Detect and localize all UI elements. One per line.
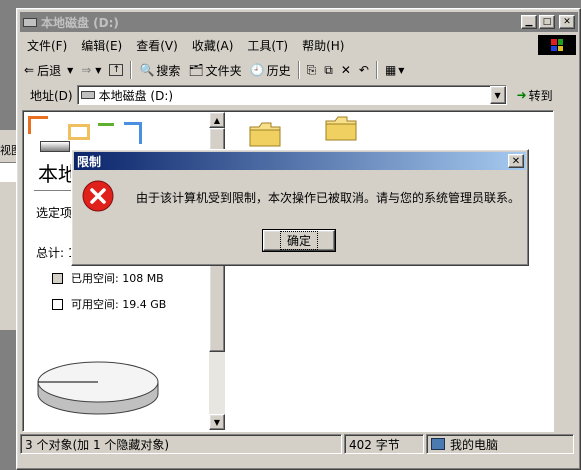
- up-folder-icon: ↑: [109, 64, 124, 76]
- status-location-label: 我的电脑: [450, 437, 499, 452]
- folder-icon: [325, 116, 357, 141]
- scroll-down-button[interactable]: ▼: [209, 414, 225, 430]
- go-button[interactable]: ➜ 转到: [513, 84, 557, 106]
- views-icon: ▦: [384, 63, 397, 77]
- move-to-icon: ⎘: [306, 62, 317, 77]
- search-label: 搜索: [156, 63, 181, 78]
- move-to-button[interactable]: ⎘: [303, 59, 321, 81]
- dialog-message: 由于该计算机受到限制，本次操作已被取消。请与您的系统管理员联系。: [136, 191, 521, 205]
- menu-favorites[interactable]: 收藏(A): [185, 37, 241, 54]
- dialog-titlebar: 限制 ✕: [74, 152, 526, 170]
- drive-icon: [80, 91, 95, 99]
- menu-help[interactable]: 帮助(H): [295, 37, 351, 54]
- forward-button[interactable]: ⇒ ▼: [77, 59, 105, 81]
- forward-arrow-icon: ⇒: [81, 63, 92, 77]
- folders-icon: 🗂: [188, 63, 204, 77]
- menu-tools[interactable]: 工具(T): [240, 37, 295, 54]
- selection-hint: 选定项: [36, 206, 73, 220]
- up-folder-button[interactable]: ↑: [105, 59, 127, 81]
- used-space-label: 已用空间: 108 MB: [71, 272, 164, 285]
- folder-item[interactable]: [249, 121, 281, 147]
- copy-to-button[interactable]: ⧉: [320, 59, 337, 81]
- history-button[interactable]: 🕘 历史: [246, 59, 295, 81]
- total-capacity: 总计: 1: [36, 246, 76, 260]
- window-title: 本地磁盘 (D:): [41, 15, 119, 30]
- address-dropdown-button[interactable]: ▼: [489, 86, 506, 104]
- address-label: 地址(D): [30, 88, 73, 103]
- free-space-swatch: [52, 298, 63, 310]
- status-bar: 3 个对象(加 1 个隐藏对象) 402 字节 我的电脑: [20, 434, 576, 456]
- standard-toolbar: ⇐ 后退 ▼ ⇒ ▼ ↑ 🔍 搜索 🗂 文件夹 🕘 历史 ⎘ ⧉ ✕ ↶ ▦ ▼: [20, 58, 576, 82]
- ok-button-label: 确定: [279, 231, 319, 250]
- search-icon: 🔍: [139, 63, 155, 77]
- folder-icon: [249, 122, 281, 147]
- copy-to-icon: ⧉: [324, 62, 333, 77]
- drive-icon-large: [40, 141, 70, 152]
- minimize-button[interactable]: ▁: [521, 15, 537, 29]
- status-location: 我的电脑: [426, 434, 574, 454]
- go-arrow-icon: ➜: [516, 88, 527, 102]
- free-space-label: 可用空间: 19.4 GB: [71, 298, 167, 311]
- menu-file[interactable]: 文件(F): [20, 37, 74, 54]
- history-label: 历史: [266, 63, 291, 78]
- menu-edit[interactable]: 编辑(E): [74, 37, 129, 54]
- address-bar: 地址(D) 本地磁盘 (D:) ▼ ➜ 转到: [20, 83, 576, 107]
- error-icon: [82, 180, 114, 212]
- chevron-down-icon: ▼: [95, 65, 102, 75]
- chevron-down-icon: ▼: [67, 65, 74, 75]
- undo-icon: ↶: [358, 63, 369, 77]
- history-icon: 🕘: [249, 63, 265, 77]
- search-button[interactable]: 🔍 搜索: [135, 59, 184, 81]
- drive-banner-icon: [28, 116, 148, 144]
- close-button[interactable]: ✕: [559, 15, 575, 29]
- status-size: 402 字节: [344, 434, 424, 454]
- menu-view[interactable]: 查看(V): [129, 37, 185, 54]
- back-button-label: 后退: [37, 63, 62, 78]
- scroll-up-button[interactable]: ▲: [209, 112, 225, 128]
- folder-item[interactable]: [325, 115, 357, 141]
- go-label: 转到: [528, 88, 553, 103]
- chevron-down-icon: ▼: [398, 65, 405, 75]
- free-space-legend: 可用空间: 19.4 GB: [52, 296, 166, 312]
- drive-icon: [23, 17, 37, 27]
- address-value: 本地磁盘 (D:): [98, 88, 174, 103]
- used-space-legend: 已用空间: 108 MB: [52, 270, 164, 286]
- folders-button[interactable]: 🗂 文件夹: [184, 59, 245, 81]
- windows-logo-icon: [538, 35, 576, 55]
- views-button[interactable]: ▦ ▼: [381, 59, 409, 81]
- menu-bar: 文件(F) 编辑(E) 查看(V) 收藏(A) 工具(T) 帮助(H): [20, 34, 576, 56]
- my-computer-icon: [431, 438, 445, 450]
- ok-button[interactable]: 确定: [262, 229, 336, 252]
- maximize-button[interactable]: □: [539, 15, 555, 29]
- status-object-count: 3 个对象(加 1 个隐藏对象): [20, 434, 342, 454]
- undo-button[interactable]: ↶: [355, 59, 373, 81]
- used-space-swatch: [52, 272, 63, 284]
- window-titlebar: 本地磁盘 (D:) ▁ □ ✕: [20, 12, 578, 32]
- delete-button[interactable]: ✕: [337, 59, 355, 81]
- delete-icon: ✕: [340, 63, 351, 77]
- folders-label: 文件夹: [205, 63, 242, 78]
- dialog-title: 限制: [77, 154, 102, 169]
- dialog-close-button[interactable]: ✕: [508, 154, 524, 168]
- back-button[interactable]: ⇐ 后退 ▼: [20, 59, 77, 81]
- disk-usage-pie: [37, 361, 159, 415]
- address-input[interactable]: 本地磁盘 (D:) ▼: [76, 85, 507, 105]
- back-arrow-icon: ⇐: [24, 63, 35, 77]
